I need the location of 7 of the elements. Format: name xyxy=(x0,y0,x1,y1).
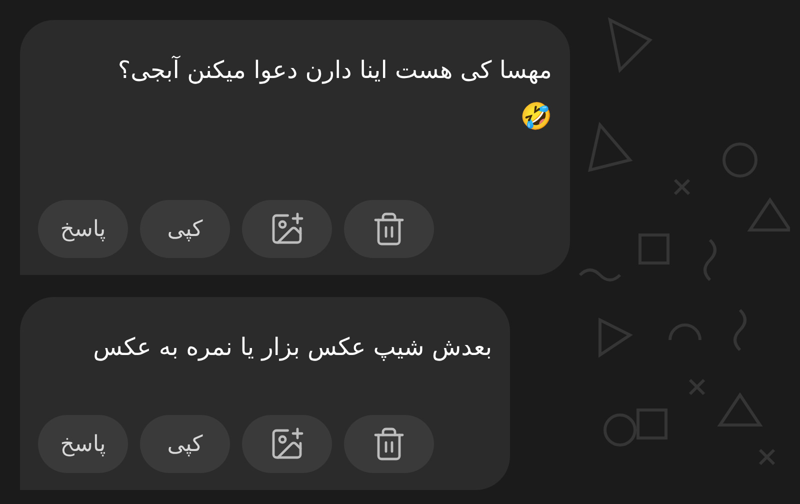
message-text: بعدش شیپ عکس بزار یا نمره به عکس xyxy=(93,332,492,363)
reply-button[interactable]: پاسخ xyxy=(38,415,128,473)
message-text: مهسا کی هست اینا دارن دعوا میکنن آبجی؟ xyxy=(118,54,552,86)
copy-button[interactable]: کپی xyxy=(140,415,230,473)
reply-button[interactable]: پاسخ xyxy=(38,200,128,258)
copy-button[interactable]: کپی xyxy=(140,200,230,258)
emoji: 🤣 xyxy=(520,101,552,134)
